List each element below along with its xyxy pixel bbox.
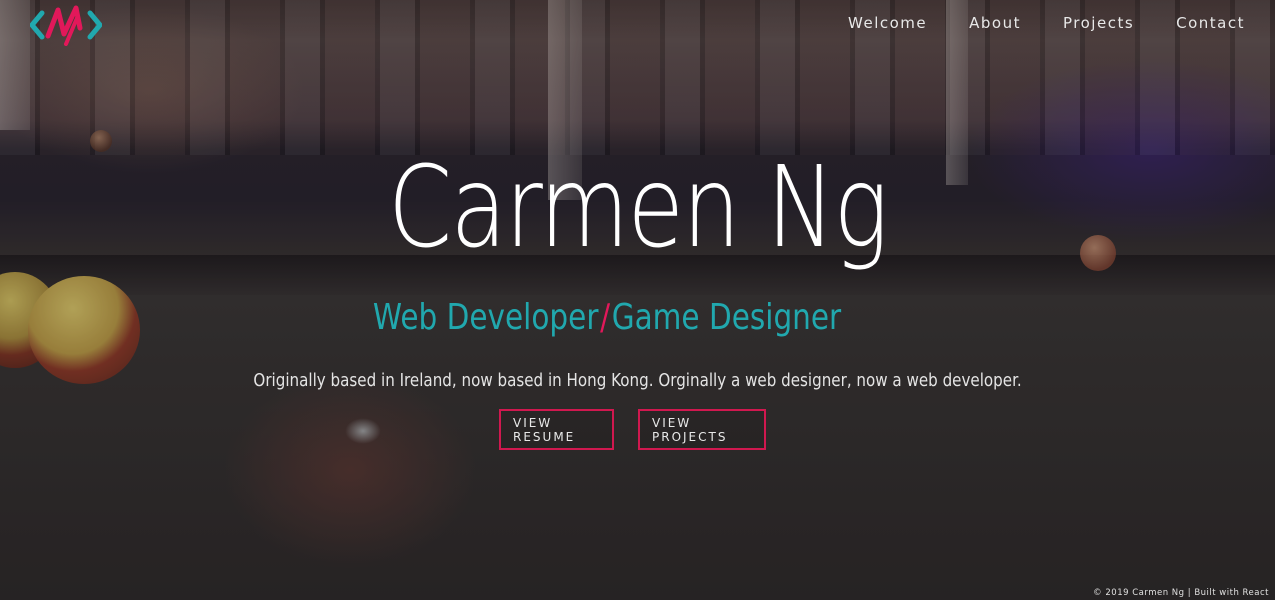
hero-buttons: VIEW RESUME VIEW PROJECTS: [499, 409, 766, 450]
nav-link-contact[interactable]: Contact: [1176, 14, 1245, 32]
view-resume-button[interactable]: VIEW RESUME: [499, 409, 614, 450]
role-web-developer: Web Developer: [372, 297, 599, 338]
role-game-designer: Game Designer: [611, 297, 842, 338]
view-projects-button[interactable]: VIEW PROJECTS: [638, 409, 766, 450]
nav-link-welcome[interactable]: Welcome: [848, 14, 927, 32]
hero-name: Carmen Ng: [388, 143, 889, 273]
hero-roles: Web Developer/Game Designer: [109, 298, 1155, 338]
footer-copyright: © 2019 Carmen Ng | Built with React: [1093, 588, 1269, 598]
hero-tagline: Originally based in Ireland, now based i…: [253, 370, 1022, 391]
nav-link-projects[interactable]: Projects: [1063, 14, 1134, 32]
nav-link-about[interactable]: About: [969, 14, 1021, 32]
mn-monogram-logo-icon[interactable]: [29, 4, 103, 46]
landing-page: Welcome About Projects Contact Carmen Ng…: [0, 0, 1275, 600]
role-separator: /: [600, 297, 611, 338]
main-nav: Welcome About Projects Contact: [848, 14, 1245, 32]
